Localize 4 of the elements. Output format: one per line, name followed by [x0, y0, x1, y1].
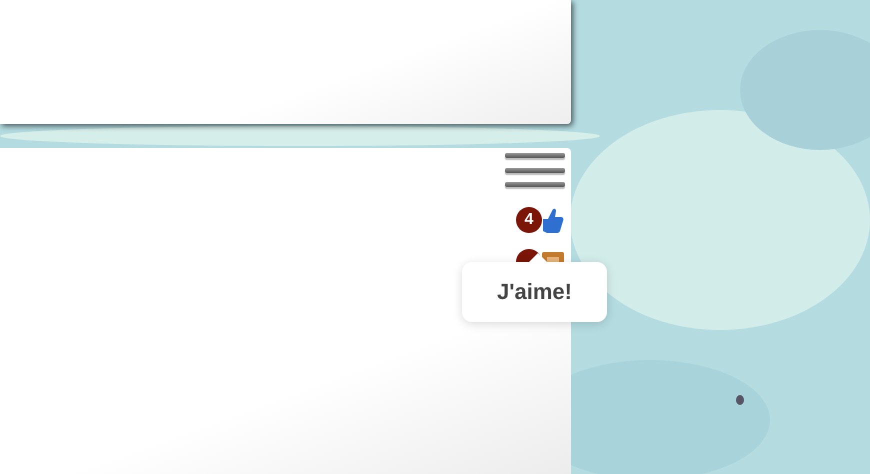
count-badge: 4: [516, 207, 542, 233]
menu-icon[interactable]: [505, 153, 565, 187]
tooltip-text: J'aime!: [497, 279, 572, 305]
like-button[interactable]: 4: [515, 205, 565, 235]
